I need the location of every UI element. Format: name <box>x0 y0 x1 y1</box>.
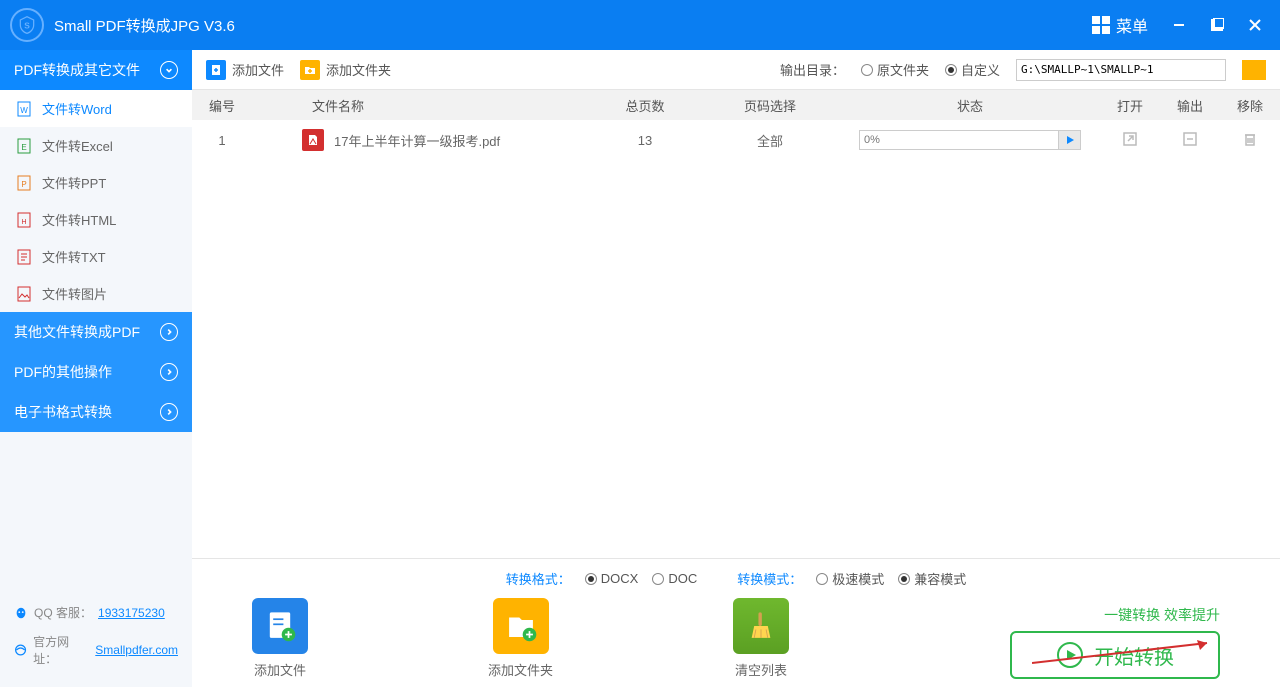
sidebar-item-word[interactable]: W 文件转Word <box>0 90 192 127</box>
sidebar-item-ppt[interactable]: P 文件转PPT <box>0 164 192 201</box>
col-remove: 移除 <box>1220 96 1280 115</box>
output-path-input[interactable] <box>1016 59 1226 81</box>
sidebar-item-excel[interactable]: E 文件转Excel <box>0 127 192 164</box>
image-icon <box>16 286 32 302</box>
col-num: 编号 <box>192 96 252 115</box>
chevron-right-icon <box>160 363 178 381</box>
qq-icon <box>14 606 28 620</box>
svg-text:H: H <box>21 219 26 226</box>
grid-icon <box>1092 16 1110 34</box>
sidebar-footer: QQ 客服： 1933175230 官方网址： Smallpdfer.com <box>0 582 192 687</box>
col-name: 文件名称 <box>252 96 590 115</box>
chevron-down-icon <box>160 61 178 79</box>
radio-compat-mode[interactable]: 兼容模式 <box>898 569 966 588</box>
minimize-button[interactable] <box>1164 10 1194 40</box>
convert-tagline: 一键转换 效率提升 <box>1104 605 1220 625</box>
col-status: 状态 <box>840 96 1100 115</box>
titlebar: S Small PDF转换成JPG V3.6 菜单 <box>0 0 1280 50</box>
menu-button[interactable]: 菜单 <box>1084 9 1156 41</box>
close-button[interactable] <box>1240 10 1270 40</box>
app-title: Small PDF转换成JPG V3.6 <box>54 15 1084 36</box>
big-add-file-icon <box>252 598 308 654</box>
sidebar-group-pdf-to-other[interactable]: PDF转换成其它文件 <box>0 50 192 90</box>
progress-bar: 0% <box>859 130 1059 150</box>
svg-text:S: S <box>24 20 30 30</box>
ppt-icon: P <box>16 175 32 191</box>
bottom-panel: 转换格式： DOCX DOC 转换模式： 极速模式 兼容模式 添加文件 <box>192 558 1280 687</box>
toolbar: 添加文件 添加文件夹 输出目录： 原文件夹 自定义 <box>192 50 1280 90</box>
maximize-button[interactable] <box>1202 10 1232 40</box>
sidebar-group-other-to-pdf[interactable]: 其他文件转换成PDF <box>0 312 192 352</box>
format-label: 转换格式： <box>506 569 571 588</box>
svg-text:E: E <box>21 143 26 152</box>
sidebar-group-pdf-other-ops[interactable]: PDF的其他操作 <box>0 352 192 392</box>
table-body: 1 17年上半年计算一级报考.pdf 13 全部 0% <box>192 120 1280 558</box>
main-panel: 添加文件 添加文件夹 输出目录： 原文件夹 自定义 编号 文件名称 总页数 <box>192 50 1280 687</box>
mode-label: 转换模式： <box>737 569 802 588</box>
ie-icon <box>14 643 27 657</box>
qq-link[interactable]: 1933175230 <box>98 606 165 620</box>
sidebar-item-html[interactable]: H 文件转HTML <box>0 201 192 238</box>
add-file-icon <box>206 60 226 80</box>
big-add-file-button[interactable]: 添加文件 <box>252 598 308 679</box>
output-label: 输出目录： <box>780 60 845 79</box>
col-open: 打开 <box>1100 96 1160 115</box>
add-folder-icon <box>300 60 320 80</box>
chevron-right-icon <box>160 403 178 421</box>
site-link[interactable]: Smallpdfer.com <box>95 643 178 657</box>
svg-text:W: W <box>20 106 28 115</box>
sidebar: PDF转换成其它文件 W 文件转Word E 文件转Excel P 文件转PPT… <box>0 50 192 687</box>
open-icon[interactable] <box>1122 131 1138 147</box>
svg-text:P: P <box>21 180 26 189</box>
add-folder-button[interactable]: 添加文件夹 <box>300 60 391 80</box>
table-row[interactable]: 1 17年上半年计算一级报考.pdf 13 全部 0% <box>192 120 1280 160</box>
radio-docx[interactable]: DOCX <box>585 571 639 586</box>
col-output: 输出 <box>1160 96 1220 115</box>
sidebar-group-ebook[interactable]: 电子书格式转换 <box>0 392 192 432</box>
col-pages: 总页数 <box>590 96 700 115</box>
app-logo: S <box>10 8 44 42</box>
radio-fast-mode[interactable]: 极速模式 <box>816 569 884 588</box>
word-icon: W <box>16 101 32 117</box>
big-clear-icon <box>733 598 789 654</box>
arrow-annotation <box>1032 638 1222 673</box>
browse-folder-button[interactable] <box>1242 60 1266 80</box>
chevron-right-icon <box>160 323 178 341</box>
html-icon: H <box>16 212 32 228</box>
col-range: 页码选择 <box>700 96 840 115</box>
excel-icon: E <box>16 138 32 154</box>
file-name: 17年上半年计算一级报考.pdf <box>334 131 500 150</box>
radio-custom-folder[interactable]: 自定义 <box>945 60 1000 79</box>
remove-icon[interactable] <box>1242 131 1258 147</box>
big-add-folder-button[interactable]: 添加文件夹 <box>488 598 553 679</box>
radio-original-folder[interactable]: 原文件夹 <box>861 60 929 79</box>
radio-doc[interactable]: DOC <box>652 571 697 586</box>
txt-icon <box>16 249 32 265</box>
output-icon[interactable] <box>1182 131 1198 147</box>
sidebar-item-image[interactable]: 文件转图片 <box>0 275 192 312</box>
add-file-button[interactable]: 添加文件 <box>206 60 284 80</box>
table-header: 编号 文件名称 总页数 页码选择 状态 打开 输出 移除 <box>192 90 1280 120</box>
big-add-folder-icon <box>493 598 549 654</box>
big-clear-list-button[interactable]: 清空列表 <box>733 598 789 679</box>
row-play-button[interactable] <box>1059 130 1081 150</box>
pdf-icon <box>302 129 324 151</box>
sidebar-item-txt[interactable]: 文件转TXT <box>0 238 192 275</box>
